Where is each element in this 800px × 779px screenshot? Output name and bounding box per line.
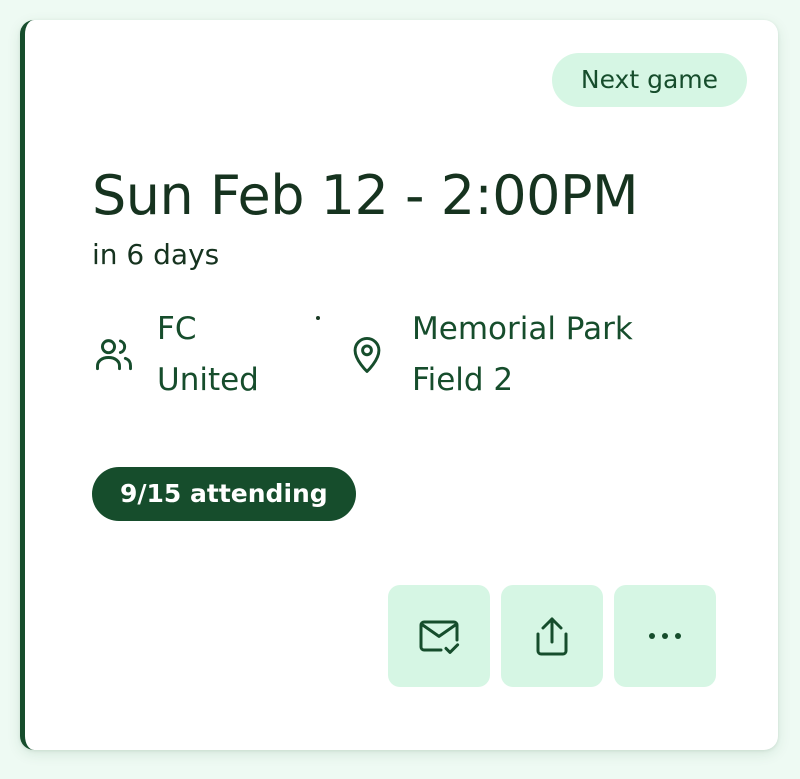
users-icon (96, 339, 132, 371)
more-horizontal-icon (649, 633, 681, 639)
game-datetime: Sun Feb 12 - 2:00PM (92, 164, 639, 227)
more-options-button[interactable] (614, 585, 716, 687)
share-icon (536, 617, 568, 656)
location-info: Memorial Park Field 2 (345, 304, 675, 414)
rsvp-email-button[interactable] (388, 585, 490, 687)
relative-time: in 6 days (92, 238, 220, 271)
share-button[interactable] (501, 585, 603, 687)
location-name: Memorial Park Field 2 (412, 304, 712, 406)
team-name: FC United (157, 304, 287, 406)
location-line-2: Field 2 (412, 362, 514, 398)
location-line-1: Memorial Park (412, 311, 633, 347)
team-info: FC United (92, 304, 282, 414)
team-name-line-2: United (157, 362, 259, 398)
mail-check-icon (419, 620, 460, 654)
next-game-card: Next game Sun Feb 12 - 2:00PM in 6 days … (20, 20, 778, 750)
next-game-badge: Next game (551, 53, 747, 107)
separator-dot (316, 316, 320, 320)
team-name-line-1: FC (157, 311, 197, 347)
map-pin-icon (353, 336, 381, 373)
attendance-badge: 9/15 attending (92, 467, 356, 521)
